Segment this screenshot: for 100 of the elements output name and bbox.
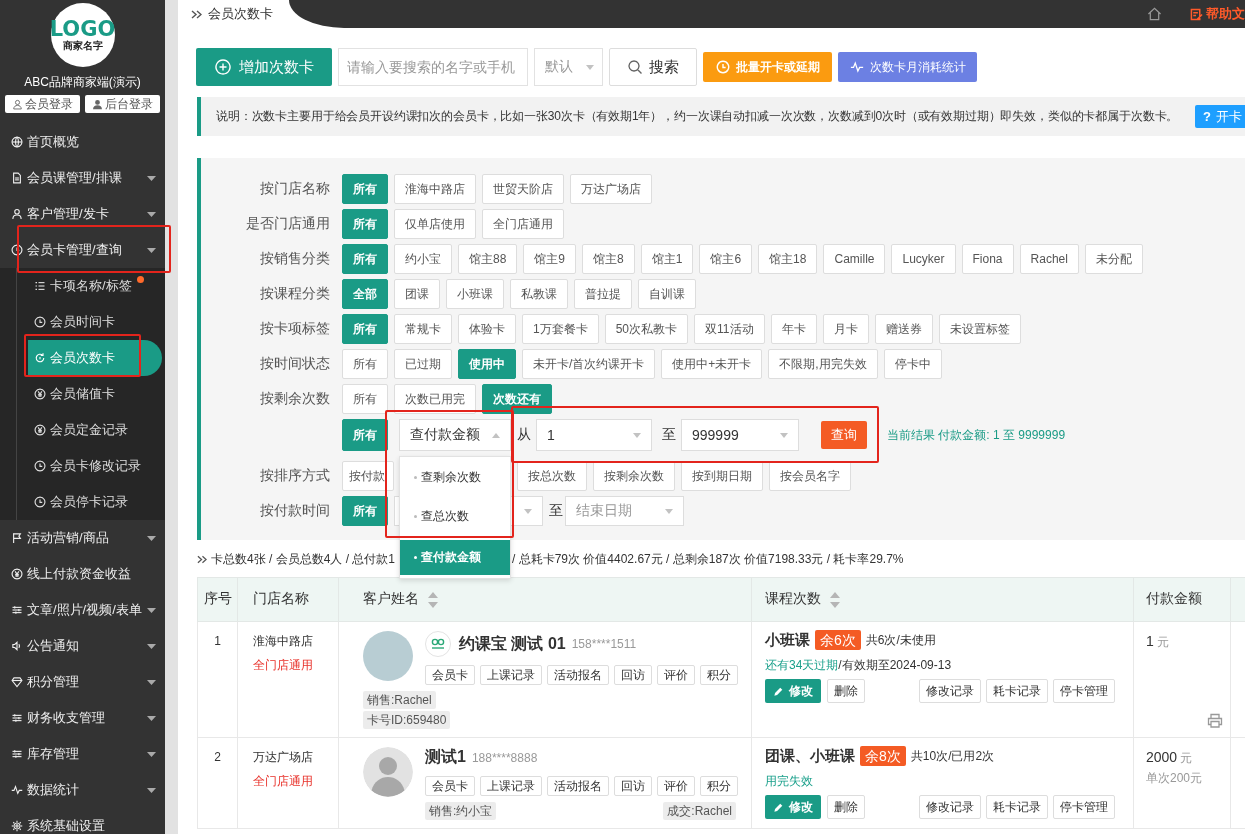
submenu-item[interactable]: 卡项名称/标签 xyxy=(28,268,162,304)
record-button[interactable]: 耗卡记录 xyxy=(986,795,1048,819)
customer-action-button[interactable]: 会员卡 xyxy=(425,665,475,685)
delete-button[interactable]: 删除 xyxy=(827,795,865,819)
submenu-item[interactable]: 会员卡修改记录 xyxy=(28,448,162,484)
filter-option[interactable]: 馆主6 xyxy=(699,244,753,274)
filter-option[interactable]: 世贸天阶店 xyxy=(482,174,564,204)
customer-action-button[interactable]: 评价 xyxy=(657,776,695,796)
filter-option[interactable]: 体验卡 xyxy=(458,314,516,344)
filter-option[interactable]: 未设置标签 xyxy=(938,314,1021,344)
menu-item[interactable]: 客户管理/发卡 xyxy=(0,196,165,232)
filter-option[interactable]: 按会员名字 xyxy=(769,461,851,491)
filter-option[interactable]: Fiona xyxy=(961,244,1014,274)
filter-option[interactable]: 团课 xyxy=(394,279,440,309)
filter-option[interactable]: 万达广场店 xyxy=(570,174,652,204)
menu-item[interactable]: 数据统计 xyxy=(0,772,165,808)
filter-option[interactable]: 停卡中 xyxy=(883,349,942,379)
printer-icon[interactable] xyxy=(1207,713,1223,728)
menu-item[interactable]: 会员卡管理/查询 xyxy=(0,232,165,268)
filter-option[interactable]: 自训课 xyxy=(638,279,696,309)
filter-option[interactable]: 按总次数 xyxy=(517,461,587,491)
filter-option[interactable]: 不限期,用完失效 xyxy=(768,349,878,379)
customer-action-button[interactable]: 积分 xyxy=(700,776,738,796)
range-from-field[interactable]: 1 xyxy=(536,419,652,451)
filter-option[interactable]: 淮海中路店 xyxy=(394,174,476,204)
menu-item[interactable]: 文章/照片/视频/表单 xyxy=(0,592,165,628)
filter-option[interactable]: 未分配 xyxy=(1084,244,1143,274)
filter-option[interactable]: 未开卡/首次约课开卡 xyxy=(522,349,656,379)
filter-option[interactable]: 双11活动 xyxy=(694,314,765,344)
filter-option[interactable]: 年卡 xyxy=(770,314,817,344)
person-avatar-icon xyxy=(363,747,413,797)
column-header[interactable]: 客户姓名 xyxy=(338,577,752,622)
page-tab[interactable]: 会员次数卡 xyxy=(191,5,273,23)
record-button[interactable]: 停卡管理 xyxy=(1053,679,1115,703)
menu-item[interactable]: 会员课管理/排课 xyxy=(0,160,165,196)
filter-option[interactable]: 馆主88 xyxy=(458,244,518,274)
filter-option[interactable]: Rachel xyxy=(1019,244,1079,274)
home-icon[interactable] xyxy=(1147,7,1162,21)
dropdown-option[interactable]: 查剩余次数 xyxy=(400,460,510,495)
customer-action-button[interactable]: 会员卡 xyxy=(425,776,475,796)
filter-option[interactable]: 按到期日期 xyxy=(681,461,763,491)
filter-option[interactable]: 馆主8 xyxy=(582,244,635,274)
login-button[interactable]: 会员登录 xyxy=(5,95,80,113)
dropdown-option[interactable]: 查总次数 xyxy=(400,499,510,534)
filter-option[interactable]: 仅单店使用 xyxy=(394,209,476,239)
column-header[interactable]: 课程次数 xyxy=(751,577,1134,622)
search-button[interactable]: 搜索 xyxy=(609,48,697,86)
record-button[interactable]: 停卡管理 xyxy=(1053,795,1115,819)
filter-option[interactable]: 馆主9 xyxy=(523,244,577,274)
filter-option[interactable]: 常规卡 xyxy=(394,314,452,344)
range-to-field[interactable]: 999999 xyxy=(681,419,799,451)
login-button[interactable]: 后台登录 xyxy=(85,95,160,113)
filter-option[interactable]: 所有 xyxy=(342,349,388,379)
filter-option[interactable]: Camille xyxy=(823,244,886,274)
filter-option[interactable]: 1万套餐卡 xyxy=(522,314,599,344)
submenu-item[interactable]: 会员定金记录 xyxy=(28,412,162,448)
monthly-stats-button[interactable]: 次数卡月消耗统计 xyxy=(838,52,977,82)
menu-item[interactable]: 系统基础设置 xyxy=(0,808,165,834)
help-link[interactable]: 帮助文 xyxy=(1190,5,1245,23)
record-button[interactable]: 耗卡记录 xyxy=(986,679,1048,703)
search-field[interactable]: 请输入要搜索的名字或手机 xyxy=(338,48,528,86)
submenu-item[interactable]: 会员时间卡 xyxy=(28,304,162,340)
menu-item[interactable]: 财务收支管理 xyxy=(0,700,165,736)
filter-option[interactable]: Lucyker xyxy=(891,244,956,274)
menu-item[interactable]: 库存管理 xyxy=(0,736,165,772)
filter-option[interactable]: 次数已用完 xyxy=(394,384,476,414)
field-select[interactable]: 查付款金额 xyxy=(399,419,511,451)
record-button[interactable]: 修改记录 xyxy=(919,679,981,703)
filter-option[interactable]: 普拉提 xyxy=(574,279,632,309)
filter-option[interactable]: 所有 xyxy=(342,384,388,414)
filter-option[interactable]: 小班课 xyxy=(446,279,504,309)
filter-option[interactable]: 私教课 xyxy=(510,279,568,309)
menu-item[interactable]: 活动营销/商品 xyxy=(0,520,165,556)
customer-action-button[interactable]: 上课记录 xyxy=(480,776,542,796)
menu-item[interactable]: 公告通知 xyxy=(0,628,165,664)
customer-action-button[interactable]: 活动报名 xyxy=(547,776,609,796)
filter-option[interactable]: 使用中+未开卡 xyxy=(661,349,763,379)
customer-action-button[interactable]: 积分 xyxy=(700,665,738,685)
customer-action-button[interactable]: 上课记录 xyxy=(480,665,542,685)
menu-item[interactable]: 积分管理 xyxy=(0,664,165,700)
submenu-item[interactable]: 会员停卡记录 xyxy=(28,484,162,520)
filter-option[interactable]: 全门店通用 xyxy=(482,209,564,239)
filter-option[interactable]: 赠送券 xyxy=(874,314,933,344)
menu-item[interactable]: 首页概览 xyxy=(0,124,165,160)
filter-option[interactable]: 馆主18 xyxy=(758,244,818,274)
submenu-item[interactable]: 会员储值卡 xyxy=(28,376,162,412)
filter-option[interactable]: 约小宝 xyxy=(394,244,452,274)
filter-option[interactable]: 月卡 xyxy=(822,314,869,344)
filter-option[interactable]: 馆主1 xyxy=(640,244,694,274)
customer-action-button[interactable]: 回访 xyxy=(614,665,652,685)
filter-option[interactable]: 按剩余次数 xyxy=(593,461,675,491)
filter-option[interactable]: 已过期 xyxy=(394,349,452,379)
menu-item[interactable]: 线上付款资金收益 xyxy=(0,556,165,592)
filter-option[interactable]: 50次私教卡 xyxy=(604,314,689,344)
delete-button[interactable]: 删除 xyxy=(827,679,865,703)
customer-action-button[interactable]: 评价 xyxy=(657,665,695,685)
customer-action-button[interactable]: 活动报名 xyxy=(547,665,609,685)
record-button[interactable]: 修改记录 xyxy=(919,795,981,819)
customer-action-button[interactable]: 回访 xyxy=(614,776,652,796)
filter-option[interactable]: 按付款 xyxy=(342,461,394,491)
